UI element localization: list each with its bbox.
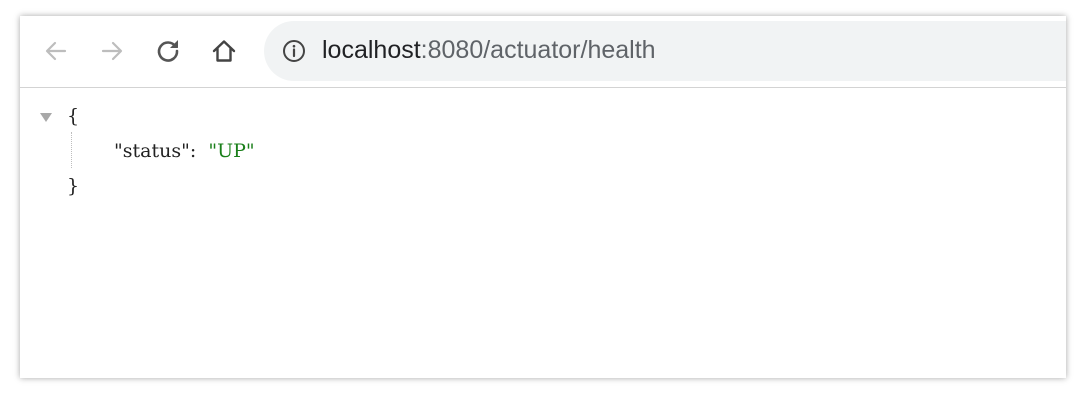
home-button[interactable] [207,34,241,68]
home-icon [212,40,236,62]
indent-guide [71,132,72,168]
json-close-brace: } [67,175,80,197]
json-key: "status" [114,140,190,162]
arrow-right-icon [101,41,123,61]
back-button[interactable] [39,34,73,68]
arrow-left-icon [45,41,67,61]
json-entry: "status": "UP" [114,139,255,163]
url-text[interactable]: localhost:8080/actuator/health [322,35,656,65]
reload-button[interactable] [151,34,185,68]
json-open-brace: { [67,105,80,127]
address-bar[interactable]: localhost:8080/actuator/health [264,21,1066,81]
reload-icon [157,40,179,62]
url-path: :8080/actuator/health [420,36,656,64]
browser-window: localhost:8080/actuator/health { "status… [20,16,1066,378]
info-icon[interactable] [282,39,306,63]
url-host: localhost [322,36,421,64]
browser-toolbar: localhost:8080/actuator/health [20,16,1066,88]
forward-button[interactable] [95,34,129,68]
json-viewer: { "status": "UP" } [20,88,1066,378]
json-value: "UP" [208,140,255,162]
collapse-triangle-icon[interactable] [40,113,52,122]
